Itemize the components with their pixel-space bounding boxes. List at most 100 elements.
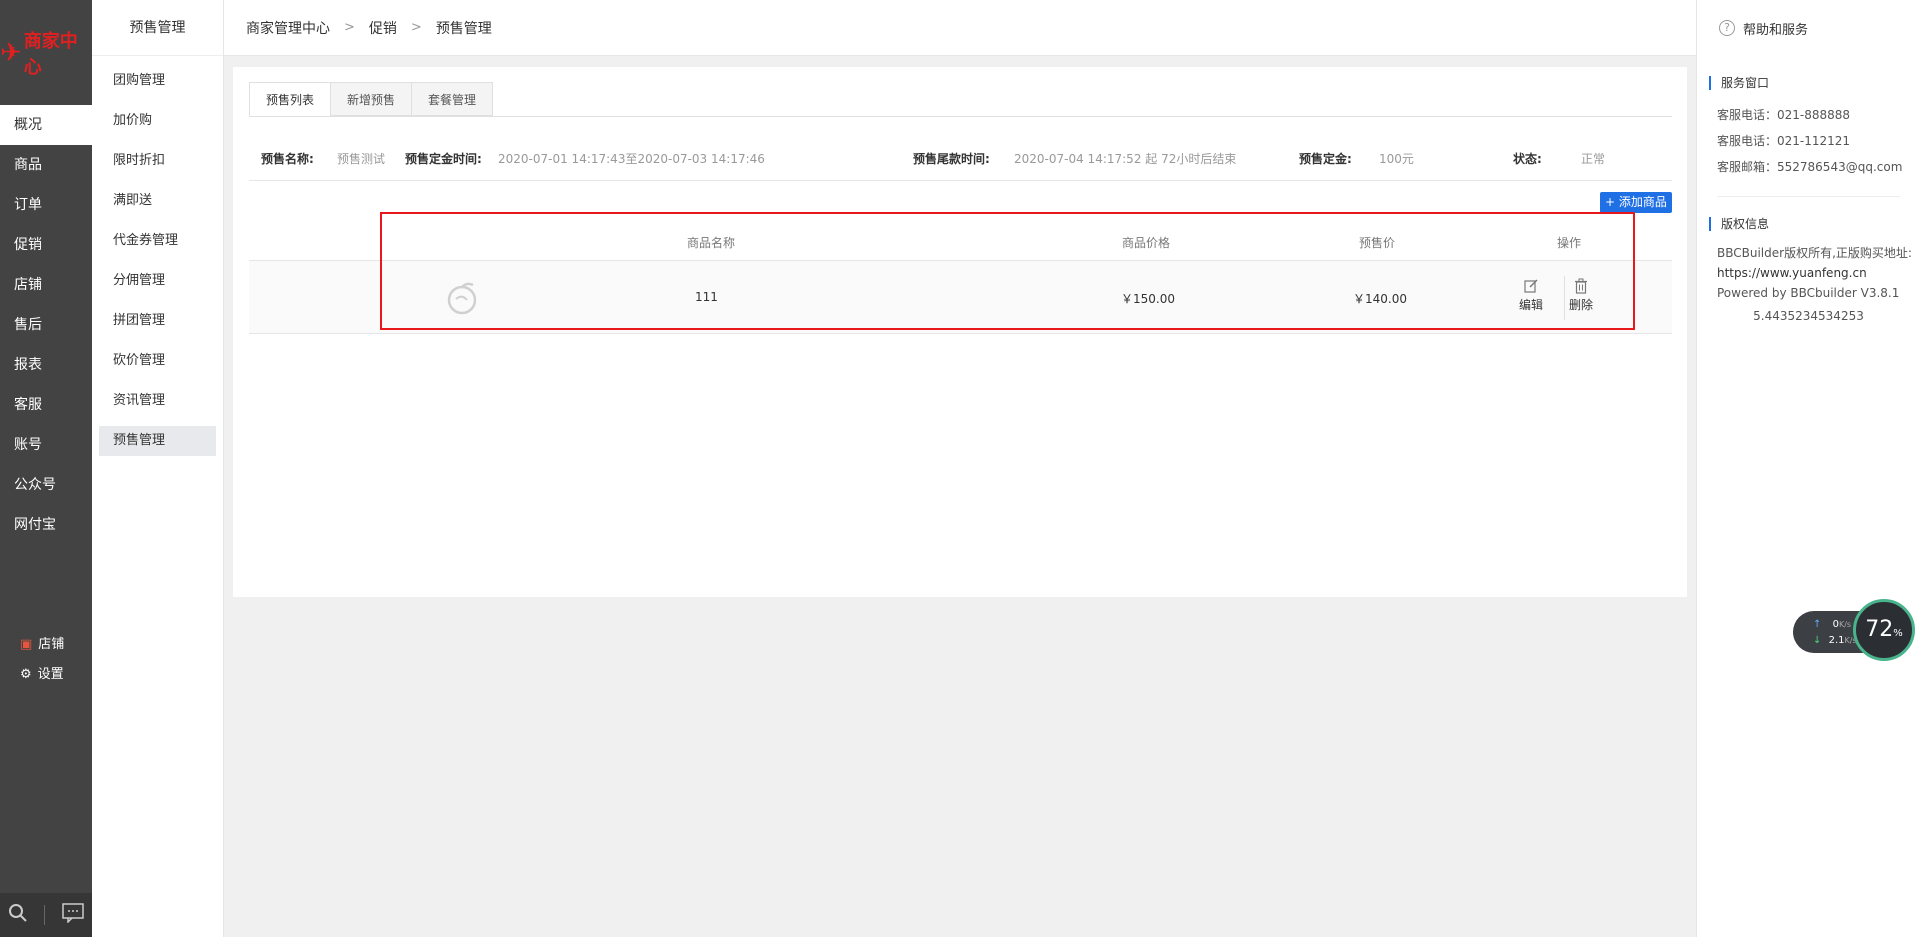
nav-item-overview[interactable]: 概况	[0, 105, 92, 145]
service-phone-1: 客服电话：021-888888	[1717, 108, 1851, 122]
breadcrumb-item-presale: 预售管理	[435, 20, 492, 37]
copyright-powered-by: Powered by BBCbuilder V3.8.1	[1717, 286, 1900, 300]
nav-bottom-links: ▣ 店铺 ⚙ 设置	[0, 630, 92, 690]
main-content: 预售列表 新增预售 套餐管理 预售名称: 预售测试 预售定金时间: 2020-0…	[233, 67, 1687, 597]
breadcrumb-item-promotion[interactable]: 促销	[369, 18, 397, 38]
edit-icon	[1513, 278, 1549, 296]
download-speed: 2.1	[1828, 635, 1845, 646]
main-nav: ✈ 商家中心 概况 商品 订单 促销 店铺 售后 报表 客服 账号 公众号 网付…	[0, 0, 92, 937]
tab-package-manage[interactable]: 套餐管理	[411, 82, 494, 116]
add-goods-button[interactable]: + 添加商品	[1600, 192, 1672, 213]
service-phone-2: 客服电话：021-112121	[1717, 134, 1851, 148]
settings-link-label: 设置	[37, 667, 64, 682]
nav-item-wangfubao[interactable]: 网付宝	[0, 505, 92, 545]
goods-thumbnail-icon	[445, 280, 481, 316]
nav-item-orders[interactable]: 订单	[0, 185, 92, 225]
help-panel-title: 帮助和服务	[1743, 22, 1809, 38]
logo[interactable]: ✈ 商家中心	[0, 0, 92, 105]
copyright-link[interactable]: https://www.yuanfeng.cn	[1697, 263, 1920, 283]
presale-price: ￥140.00	[1353, 292, 1407, 306]
goods-table-header: 商品名称 商品价格 预售价 操作	[249, 221, 1672, 261]
deposit-value: 100元	[1379, 152, 1414, 166]
nav-item-promotion[interactable]: 促销	[0, 225, 92, 265]
nav-item-wechat[interactable]: 公众号	[0, 465, 92, 505]
table-row: 111 ￥150.00 ￥140.00 编辑 删除	[249, 261, 1672, 334]
presale-name-label: 预售名称:	[261, 152, 314, 166]
delete-button[interactable]: 删除	[1563, 278, 1599, 313]
logo-icon: ✈	[0, 37, 22, 68]
network-speed-widget[interactable]: ↑ 0K/s ↓ 2.1K/s 72%	[1793, 599, 1915, 663]
status-label: 状态:	[1513, 152, 1542, 166]
header-goods-name: 商品名称	[687, 236, 736, 250]
header-goods-price: 商品价格	[1122, 236, 1171, 250]
submenu-item-commission[interactable]: 分佣管理	[99, 266, 216, 296]
copyright-line-1: BBCBuilder版权所有,正版购买地址:	[1717, 246, 1912, 260]
memory-usage-circle: 72%	[1853, 599, 1915, 661]
final-time-value: 2020-07-04 14:17:52 起 72小时后结束	[1014, 152, 1237, 166]
shop-icon: ▣	[20, 637, 33, 652]
nav-item-account[interactable]: 账号	[0, 425, 92, 465]
submenu-item-flash-discount[interactable]: 限时折扣	[99, 146, 216, 176]
tab-underline	[249, 116, 1672, 117]
goods-name: 111	[695, 290, 718, 304]
tab-presale-list[interactable]: 预售列表	[249, 82, 332, 116]
deposit-time-value: 2020-07-01 14:17:43至2020-07-03 14:17:46	[498, 152, 765, 166]
presale-name-value: 预售测试	[337, 152, 386, 166]
arrow-down-icon: ↓	[1813, 635, 1822, 646]
memory-percent-unit: %	[1893, 628, 1903, 639]
submenu-title: 预售管理	[92, 0, 223, 56]
nav-item-shop[interactable]: 店铺	[0, 265, 92, 305]
settings-link[interactable]: ⚙ 设置	[0, 660, 92, 690]
nav-item-service[interactable]: 客服	[0, 385, 92, 425]
edit-label: 编辑	[1518, 298, 1543, 312]
logo-text: 商家中心	[23, 30, 78, 78]
submenu-item-presale[interactable]: 预售管理	[99, 426, 216, 456]
edit-button[interactable]: 编辑	[1513, 278, 1549, 313]
submenu-item-news[interactable]: 资讯管理	[99, 386, 216, 416]
goods-price: ￥150.00	[1121, 292, 1175, 306]
shop-link[interactable]: ▣ 店铺	[0, 630, 92, 660]
search-icon[interactable]	[8, 903, 28, 928]
header-presale-price: 预售价	[1359, 236, 1396, 250]
submenu: 预售管理 团购管理 加价购 限时折扣 满即送 代金券管理 分佣管理 拼团管理 砍…	[92, 0, 224, 937]
chevron-right-icon: >	[410, 20, 422, 35]
presale-info: 预售名称: 预售测试 预售定金时间: 2020-07-01 14:17:43至2…	[249, 150, 1672, 181]
version-number: 5.4435234534253	[1753, 309, 1864, 323]
submenu-item-full-gift[interactable]: 满即送	[99, 186, 216, 216]
breadcrumb: 商家管理中心 > 促销 > 预售管理	[224, 0, 1696, 56]
submenu-item-groupbuy[interactable]: 团购管理	[99, 66, 216, 96]
deposit-time-label: 预售定金时间:	[405, 152, 482, 166]
copyright-section-title: 版权信息	[1709, 217, 1920, 231]
submenu-item-addon[interactable]: 加价购	[99, 106, 216, 136]
help-panel: ? 帮助和服务 服务窗口 客服电话：021-888888 客服电话：021-11…	[1696, 0, 1920, 937]
header-actions: 操作	[1557, 236, 1582, 250]
service-email: 客服邮箱：552786543@qq.com	[1717, 160, 1903, 174]
nav-item-reports[interactable]: 报表	[0, 345, 92, 385]
nav-item-aftersale[interactable]: 售后	[0, 305, 92, 345]
memory-percent: 72	[1865, 617, 1894, 642]
trash-icon	[1563, 278, 1599, 296]
help-panel-header[interactable]: ? 帮助和服务	[1697, 0, 1920, 56]
tab-bar: 预售列表 新增预售 套餐管理	[249, 82, 494, 116]
gear-icon: ⚙	[20, 667, 32, 682]
message-icon[interactable]	[62, 902, 84, 928]
help-icon: ?	[1719, 20, 1735, 36]
service-section-title: 服务窗口	[1709, 76, 1920, 90]
tab-add-presale[interactable]: 新增预售	[330, 82, 413, 116]
submenu-item-group[interactable]: 拼团管理	[99, 306, 216, 336]
submenu-item-bargain[interactable]: 砍价管理	[99, 346, 216, 376]
delete-label: 删除	[1568, 298, 1593, 312]
arrow-up-icon: ↑	[1813, 619, 1822, 630]
status-value: 正常	[1581, 152, 1606, 166]
deposit-label: 预售定金:	[1299, 152, 1352, 166]
submenu-item-voucher[interactable]: 代金券管理	[99, 226, 216, 256]
chevron-right-icon: >	[344, 20, 355, 35]
footer-divider	[44, 905, 46, 925]
breadcrumb-item-home[interactable]: 商家管理中心	[246, 18, 330, 38]
shop-link-label: 店铺	[38, 637, 65, 652]
divider	[1717, 196, 1900, 197]
upload-unit: K/s	[1838, 620, 1852, 629]
nav-item-goods[interactable]: 商品	[0, 145, 92, 185]
nav-footer	[0, 893, 92, 937]
final-time-label: 预售尾款时间:	[913, 152, 990, 166]
